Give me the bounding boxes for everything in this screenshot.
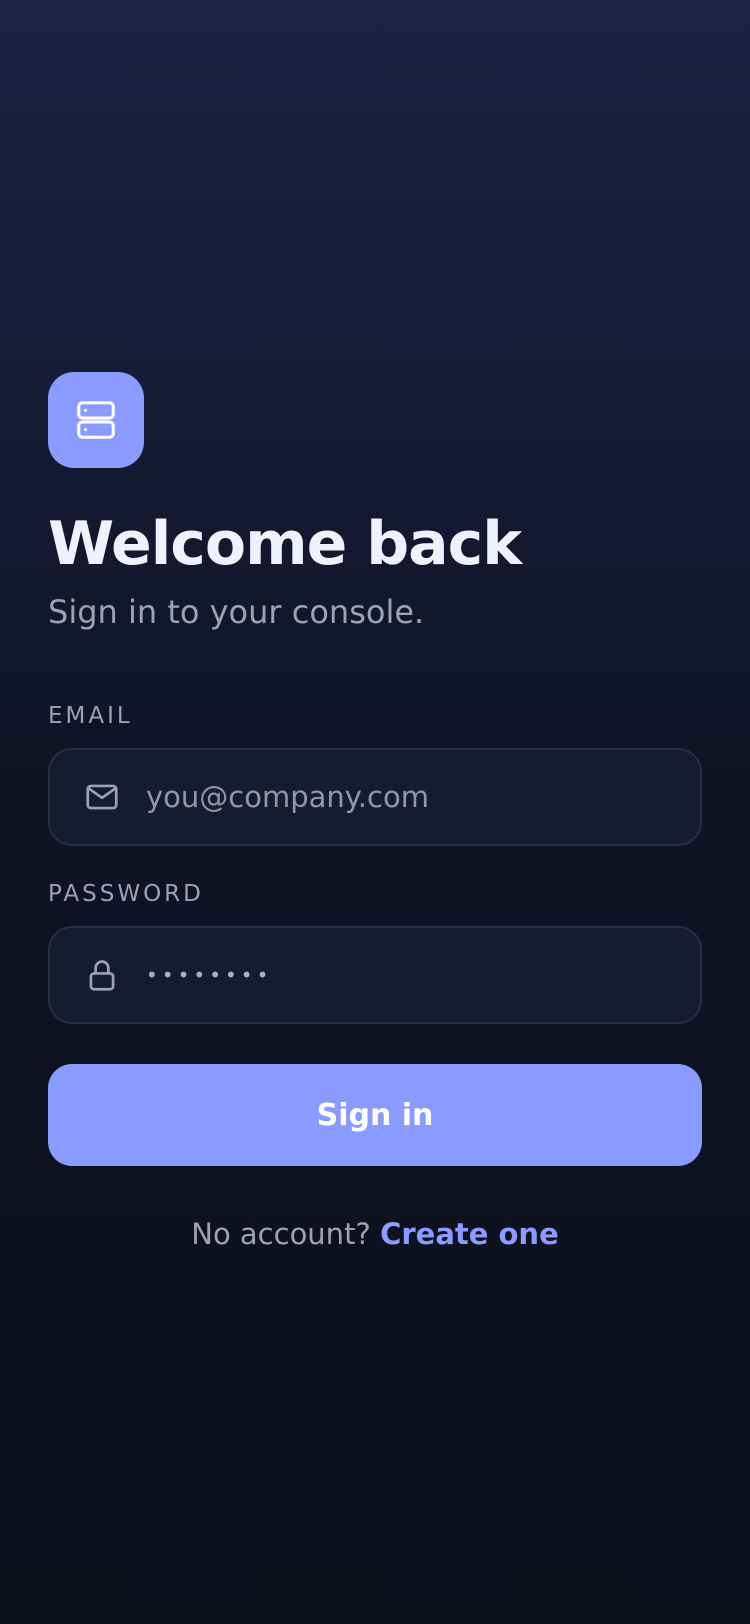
email-input[interactable] <box>146 767 700 827</box>
email-field[interactable] <box>48 748 702 846</box>
password-field[interactable] <box>48 926 702 1024</box>
sign-in-button[interactable]: Sign in <box>48 1064 702 1166</box>
signup-prompt: No account? Create one <box>0 1214 750 1254</box>
page-subtitle: Sign in to your console. <box>48 593 425 631</box>
login-screen: Welcome back Sign in to your console. EM… <box>0 0 750 1624</box>
password-input[interactable] <box>146 945 700 1005</box>
email-label: EMAIL <box>48 703 133 729</box>
page-title: Welcome back <box>48 509 522 579</box>
app-logo <box>48 372 144 468</box>
create-account-link[interactable]: Create one <box>380 1217 559 1251</box>
password-label: PASSWORD <box>48 881 204 907</box>
signup-prompt-text: No account? <box>191 1217 371 1251</box>
lock-icon <box>82 955 122 995</box>
mail-icon <box>82 777 122 817</box>
server-icon <box>77 401 115 439</box>
